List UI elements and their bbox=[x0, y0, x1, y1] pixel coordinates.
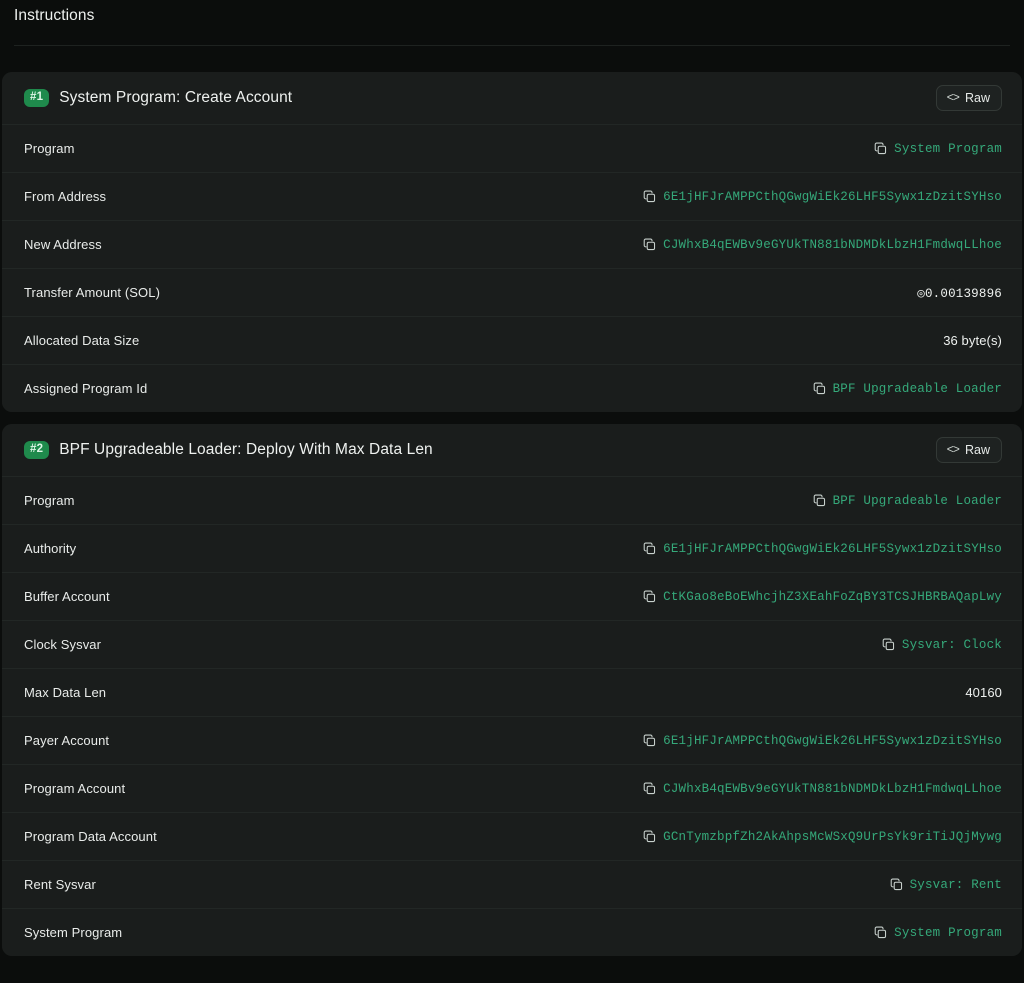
copy-icon[interactable] bbox=[643, 590, 656, 603]
row-value-text[interactable]: GCnTymzbpfZh2AkAhpsMcWSxQ9UrPsYk9riTiJQj… bbox=[663, 830, 1002, 844]
row-value-text[interactable]: CtKGao8eBoEWhcjhZ3XEahFoZqBY3TCSJHBRBAQa… bbox=[663, 590, 1002, 604]
instruction-index-badge: #1 bbox=[24, 88, 50, 108]
copy-icon[interactable] bbox=[643, 782, 656, 795]
copy-icon[interactable] bbox=[643, 542, 656, 555]
row-value-text[interactable]: 6E1jHFJrAMPPCthQGwgWiEk26LHF5Sywx1zDzitS… bbox=[663, 542, 1002, 556]
instruction-title: BPF Upgradeable Loader: Deploy With Max … bbox=[59, 441, 433, 458]
table-row: Authority 6E1jHFJrAMPPCthQGwgWiEk26LHF5Sy… bbox=[2, 524, 1022, 572]
raw-button-label: Raw bbox=[964, 90, 990, 105]
instruction-list: #1 System Program: Create Account <> Raw Pro… bbox=[0, 72, 1024, 956]
table-row: Clock Sysvar Sysvar: Clock bbox=[2, 620, 1022, 668]
row-label: Assigned Program Id bbox=[24, 381, 148, 396]
row-label: From Address bbox=[24, 189, 107, 204]
row-value: System Program bbox=[874, 926, 1002, 940]
copy-icon[interactable] bbox=[813, 494, 826, 507]
instruction-card: #1 System Program: Create Account <> Raw Pro… bbox=[2, 72, 1022, 412]
table-row: From Address 6E1jHFJrAMPPCthQGwgWiEk26LHF… bbox=[2, 172, 1022, 220]
row-label: Program bbox=[24, 141, 75, 156]
row-value-text[interactable]: 6E1jHFJrAMPPCthQGwgWiEk26LHF5Sywx1zDzitS… bbox=[663, 734, 1002, 748]
instructions-page: Instructions #1 System Program: Create Ac… bbox=[0, 0, 1024, 983]
table-row: Assigned Program Id BPF Upgradeable Loade… bbox=[2, 364, 1022, 412]
instruction-header: #1 System Program: Create Account <> Raw bbox=[2, 72, 1022, 124]
row-value-text[interactable]: 6E1jHFJrAMPPCthQGwgWiEk26LHF5Sywx1zDzitS… bbox=[663, 190, 1002, 204]
row-value-text[interactable]: BPF Upgradeable Loader bbox=[833, 494, 1002, 508]
row-value: CtKGao8eBoEWhcjhZ3XEahFoZqBY3TCSJHBRBAQa… bbox=[643, 590, 1002, 604]
copy-icon[interactable] bbox=[643, 238, 656, 251]
copy-icon[interactable] bbox=[874, 142, 887, 155]
row-value-text[interactable]: System Program bbox=[894, 926, 1002, 940]
instruction-index-badge: #2 bbox=[24, 440, 50, 460]
row-value-text[interactable]: System Program bbox=[894, 142, 1002, 156]
row-value: System Program bbox=[874, 142, 1002, 156]
row-label: Rent Sysvar bbox=[24, 877, 96, 892]
row-value-text[interactable]: CJWhxB4qEWBv9eGYUkTN881bNDMDkLbzH1FmdwqL… bbox=[663, 782, 1002, 796]
row-value-text: ◎0.00139896 bbox=[917, 286, 1002, 301]
instruction-rows: Program System Program From Address 6E1jHFJ… bbox=[2, 124, 1022, 412]
row-label: Payer Account bbox=[24, 733, 110, 748]
row-value-text[interactable]: Sysvar: Rent bbox=[910, 878, 1002, 892]
row-value: 6E1jHFJrAMPPCthQGwgWiEk26LHF5Sywx1zDzitS… bbox=[643, 190, 1002, 204]
row-label: Max Data Len bbox=[24, 685, 107, 700]
row-value: CJWhxB4qEWBv9eGYUkTN881bNDMDkLbzH1FmdwqL… bbox=[643, 238, 1002, 252]
row-value-text: 36 byte(s) bbox=[943, 333, 1002, 348]
row-value: Sysvar: Clock bbox=[882, 638, 1002, 652]
copy-icon[interactable] bbox=[643, 830, 656, 843]
row-value: GCnTymzbpfZh2AkAhpsMcWSxQ9UrPsYk9riTiJQj… bbox=[643, 830, 1002, 844]
instruction-card: #2 BPF Upgradeable Loader: Deploy With Ma… bbox=[2, 424, 1022, 956]
table-row: Allocated Data Size 36 byte(s) bbox=[2, 316, 1022, 364]
instruction-title: System Program: Create Account bbox=[59, 89, 293, 106]
copy-icon[interactable] bbox=[643, 734, 656, 747]
row-value: 36 byte(s) bbox=[943, 333, 1002, 348]
row-label: Program Account bbox=[24, 781, 126, 796]
row-value: 6E1jHFJrAMPPCthQGwgWiEk26LHF5Sywx1zDzitS… bbox=[643, 734, 1002, 748]
row-label: New Address bbox=[24, 237, 102, 252]
row-value: CJWhxB4qEWBv9eGYUkTN881bNDMDkLbzH1FmdwqL… bbox=[643, 782, 1002, 796]
instruction-header: #2 BPF Upgradeable Loader: Deploy With Ma… bbox=[2, 424, 1022, 476]
row-value: 6E1jHFJrAMPPCthQGwgWiEk26LHF5Sywx1zDzitS… bbox=[643, 542, 1002, 556]
table-row: Rent Sysvar Sysvar: Rent bbox=[2, 860, 1022, 908]
table-row: Program BPF Upgradeable Loader bbox=[2, 476, 1022, 524]
row-value-text[interactable]: BPF Upgradeable Loader bbox=[833, 382, 1002, 396]
row-value-text[interactable]: CJWhxB4qEWBv9eGYUkTN881bNDMDkLbzH1FmdwqL… bbox=[663, 238, 1002, 252]
page-title: Instructions bbox=[14, 7, 95, 24]
raw-button[interactable]: <> Raw bbox=[935, 436, 1002, 464]
row-value-text[interactable]: Sysvar: Clock bbox=[902, 638, 1002, 652]
row-value: ◎0.00139896 bbox=[917, 285, 1002, 301]
row-label: Authority bbox=[24, 541, 77, 556]
table-row: Program System Program bbox=[2, 124, 1022, 172]
copy-icon[interactable] bbox=[890, 878, 903, 891]
code-brackets-icon: <> bbox=[946, 91, 960, 105]
row-label: System Program bbox=[24, 925, 123, 940]
table-row: Payer Account 6E1jHFJrAMPPCthQGwgWiEk26LH… bbox=[2, 716, 1022, 764]
table-row: System Program System Program bbox=[2, 908, 1022, 956]
raw-button-label: Raw bbox=[964, 442, 990, 457]
row-label: Program bbox=[24, 493, 75, 508]
copy-icon[interactable] bbox=[874, 926, 887, 939]
row-value: BPF Upgradeable Loader bbox=[813, 382, 1002, 396]
row-value-text: 40160 bbox=[965, 685, 1002, 700]
row-value: Sysvar: Rent bbox=[890, 878, 1002, 892]
table-row: Transfer Amount (SOL) ◎0.00139896 bbox=[2, 268, 1022, 316]
page-header: Instructions bbox=[0, 0, 1024, 45]
table-row: Max Data Len 40160 bbox=[2, 668, 1022, 716]
row-value: 40160 bbox=[965, 685, 1002, 700]
copy-icon[interactable] bbox=[643, 190, 656, 203]
row-label: Buffer Account bbox=[24, 589, 110, 604]
table-row: Program Data Account GCnTymzbpfZh2AkAhpsM… bbox=[2, 812, 1022, 860]
table-row: Program Account CJWhxB4qEWBv9eGYUkTN881bN… bbox=[2, 764, 1022, 812]
row-label: Program Data Account bbox=[24, 829, 157, 844]
code-brackets-icon: <> bbox=[946, 443, 960, 457]
copy-icon[interactable] bbox=[882, 638, 895, 651]
table-row: New Address CJWhxB4qEWBv9eGYUkTN881bNDMDk… bbox=[2, 220, 1022, 268]
row-label: Transfer Amount (SOL) bbox=[24, 285, 160, 300]
header-spacer bbox=[0, 46, 1024, 72]
table-row: Buffer Account CtKGao8eBoEWhcjhZ3XEahFoZq… bbox=[2, 572, 1022, 620]
row-label: Allocated Data Size bbox=[24, 333, 140, 348]
row-value: BPF Upgradeable Loader bbox=[813, 494, 1002, 508]
copy-icon[interactable] bbox=[813, 382, 826, 395]
instruction-rows: Program BPF Upgradeable Loader Authority 6E… bbox=[2, 476, 1022, 956]
row-label: Clock Sysvar bbox=[24, 637, 102, 652]
raw-button[interactable]: <> Raw bbox=[935, 84, 1002, 112]
